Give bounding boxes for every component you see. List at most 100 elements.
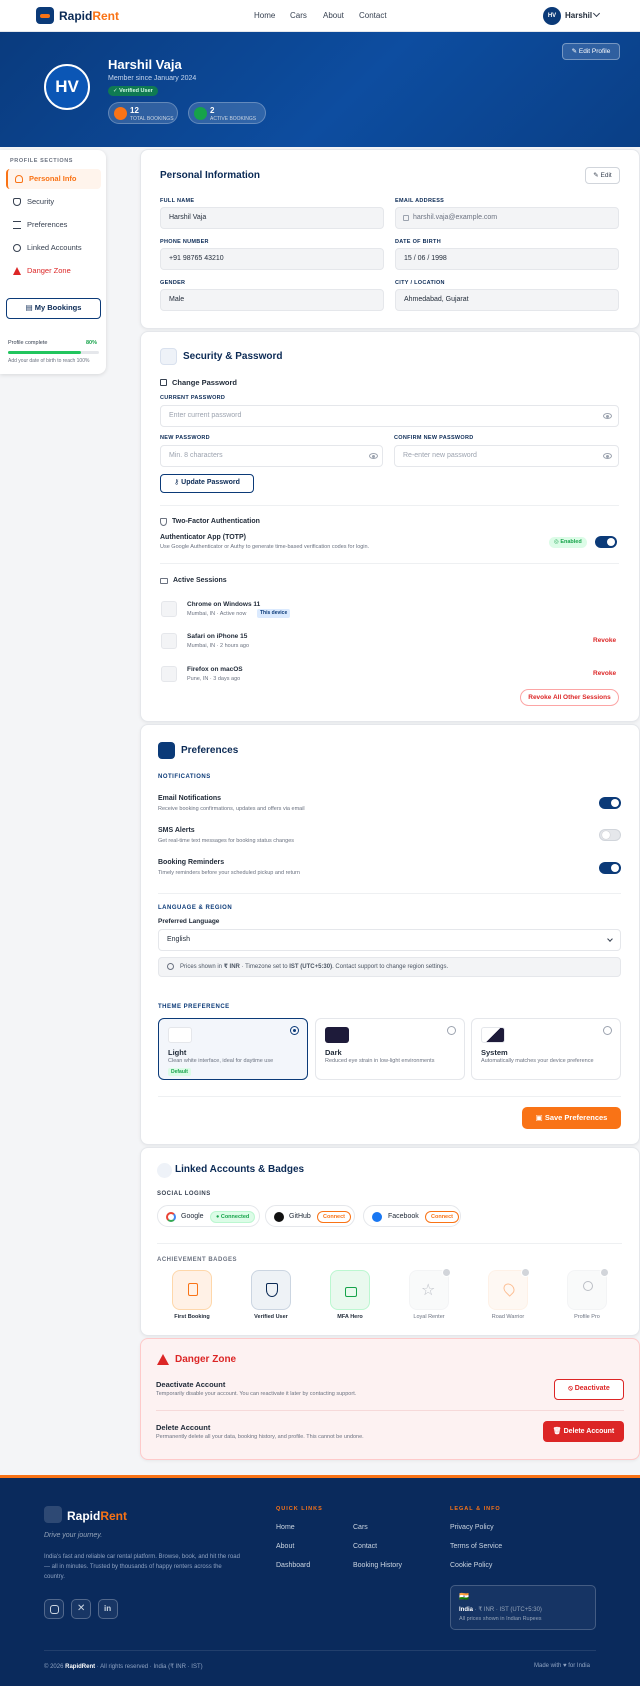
dob-field[interactable]: 15 / 06 / 1998 xyxy=(395,248,619,270)
save-preferences-button[interactable]: ▣ Save Preferences xyxy=(522,1107,621,1129)
confirm-password-label: CONFIRM NEW PASSWORD xyxy=(394,435,474,441)
footer-link-cookie[interactable]: Cookie Policy xyxy=(450,1562,492,1569)
footer-link-terms[interactable]: Terms of Service xyxy=(450,1543,502,1550)
theme-radio[interactable] xyxy=(290,1026,299,1035)
user-avatar[interactable]: HV xyxy=(543,7,561,25)
warning-icon xyxy=(157,1354,169,1365)
system-theme-swatch xyxy=(481,1027,505,1043)
footer-link-about[interactable]: About xyxy=(276,1543,294,1550)
link-icon xyxy=(157,1163,172,1178)
tfa-toggle[interactable] xyxy=(595,536,617,548)
confirm-password-input[interactable]: Re-enter new password xyxy=(394,445,619,467)
facebook-icon xyxy=(372,1212,382,1222)
eye-icon[interactable] xyxy=(603,453,612,459)
nav-link-home[interactable]: Home xyxy=(254,11,275,20)
theme-radio[interactable] xyxy=(447,1026,456,1035)
theme-radio[interactable] xyxy=(603,1026,612,1035)
eye-icon[interactable] xyxy=(603,413,612,419)
sidebar-item-danger-zone[interactable]: Danger Zone xyxy=(6,261,101,281)
session-meta: Pune, IN · 3 days ago xyxy=(187,676,241,682)
user-menu-name[interactable]: Harshil xyxy=(565,11,592,20)
nav-link-cars[interactable]: Cars xyxy=(290,11,307,20)
stat-label: ACTIVE BOOKINGS xyxy=(210,116,257,122)
sms-alerts-toggle[interactable] xyxy=(599,829,621,841)
delete-desc: Permanently delete all your data, bookin… xyxy=(156,1434,364,1440)
my-bookings-button[interactable]: ▤ My Bookings xyxy=(6,298,101,319)
current-password-label: CURRENT PASSWORD xyxy=(160,395,226,401)
nav-link-about[interactable]: About xyxy=(323,11,344,20)
full-name-field[interactable]: Harshil Vaja xyxy=(160,207,384,229)
star-icon: ☆ xyxy=(421,1282,436,1299)
update-password-button[interactable]: ⚷ Update Password xyxy=(160,474,254,493)
revoke-session-button[interactable]: Revoke xyxy=(593,670,616,677)
footer-link-cars[interactable]: Cars xyxy=(353,1524,368,1531)
car-icon xyxy=(114,107,127,120)
profile-hero xyxy=(0,32,640,147)
save-preferences-label: Save Preferences xyxy=(544,1113,608,1122)
security-card xyxy=(140,331,640,722)
footer-link-dashboard[interactable]: Dashboard xyxy=(276,1562,310,1569)
new-password-input[interactable]: Min. 8 characters xyxy=(160,445,383,467)
footer-link-contact[interactable]: Contact xyxy=(353,1543,377,1550)
stat-active-bookings: 2 ACTIVE BOOKINGS xyxy=(188,102,266,124)
car-logo-icon[interactable] xyxy=(36,7,54,24)
booking-reminders-toggle[interactable] xyxy=(599,862,621,874)
danger-zone-title: Danger Zone xyxy=(175,1354,237,1365)
delete-account-button[interactable]: 🗑 Delete Account xyxy=(543,1421,624,1442)
theme-option-light[interactable]: Light Clean white interface, ideal for d… xyxy=(158,1018,308,1080)
verified-badge: ✓ Verified User xyxy=(108,86,158,96)
gender-label: GENDER xyxy=(160,280,186,286)
twitter-icon[interactable]: ✕ xyxy=(71,1599,91,1619)
footer-link-privacy[interactable]: Privacy Policy xyxy=(450,1524,494,1531)
sidebar-item-personal-info[interactable]: Personal Info xyxy=(6,169,101,189)
session-meta: Mumbai, IN · 2 hours ago xyxy=(187,643,250,649)
edit-profile-button[interactable]: ✎ Edit Profile xyxy=(562,43,620,60)
lock-icon xyxy=(521,1268,530,1277)
made-with-love: Made with ♥ for India xyxy=(534,1663,590,1669)
eye-icon[interactable] xyxy=(369,453,378,459)
badge-profile-pro xyxy=(567,1268,609,1310)
social-name: GitHub xyxy=(289,1213,311,1220)
theme-option-system[interactable]: System Automatically matches your device… xyxy=(471,1018,621,1080)
phone-field[interactable]: +91 98765 43210 xyxy=(160,248,384,270)
revoke-session-button[interactable]: Revoke xyxy=(593,637,616,644)
phone-label: PHONE NUMBER xyxy=(160,239,209,245)
footer-link-booking-history[interactable]: Booking History xyxy=(353,1562,402,1569)
facebook-connect-button[interactable]: Connect xyxy=(425,1211,459,1223)
email-notifications-toggle[interactable] xyxy=(599,797,621,809)
edit-personal-button[interactable]: ✎ Edit xyxy=(585,167,620,184)
tfa-heading-text: Two-Factor Authentication xyxy=(172,518,260,525)
dark-theme-swatch xyxy=(325,1027,349,1043)
footer-link-home[interactable]: Home xyxy=(276,1524,295,1531)
notif-title: Email Notifications xyxy=(158,795,222,802)
chevron-down-icon[interactable] xyxy=(592,9,601,18)
linkedin-icon[interactable]: in xyxy=(98,1599,118,1619)
user-icon xyxy=(15,175,23,183)
shield-icon xyxy=(160,348,177,365)
sessions-heading: Active Sessions xyxy=(160,577,227,584)
check-circle-icon xyxy=(194,107,207,120)
github-connect-button[interactable]: Connect xyxy=(317,1211,351,1223)
social-name: Facebook xyxy=(388,1213,419,1220)
city-field[interactable]: Ahmedabad, Gujarat xyxy=(395,289,619,311)
sidebar-item-security[interactable]: Security xyxy=(6,192,101,212)
deactivate-button[interactable]: ⦸ Deactivate xyxy=(554,1379,624,1400)
update-password-label: Update Password xyxy=(181,479,240,486)
footer-brand[interactable]: RapidRent xyxy=(67,1509,127,1523)
instagram-icon[interactable] xyxy=(44,1599,64,1619)
top-navbar: RapidRent Home Cars About Contact HV Har… xyxy=(0,0,640,32)
language-select[interactable]: English xyxy=(158,929,621,951)
personal-info-title: Personal Information xyxy=(160,170,261,181)
gender-field[interactable]: Male xyxy=(160,289,384,311)
monitor-icon xyxy=(161,601,177,617)
theme-option-dark[interactable]: Dark Reduced eye strain in low-light env… xyxy=(315,1018,465,1080)
sidebar-item-linked-accounts[interactable]: Linked Accounts xyxy=(6,238,101,258)
brand-logo[interactable]: RapidRent xyxy=(59,9,119,23)
nav-link-contact[interactable]: Contact xyxy=(359,11,387,20)
linked-accounts-title: Linked Accounts & Badges xyxy=(175,1164,305,1175)
current-password-input[interactable]: Enter current password xyxy=(160,405,619,427)
revoke-all-sessions-button[interactable]: Revoke All Other Sessions xyxy=(520,689,619,706)
sidebar-item-preferences[interactable]: Preferences xyxy=(6,215,101,235)
car-logo-icon[interactable] xyxy=(44,1506,62,1523)
session-meta: Mumbai, IN · Active now xyxy=(187,611,247,617)
